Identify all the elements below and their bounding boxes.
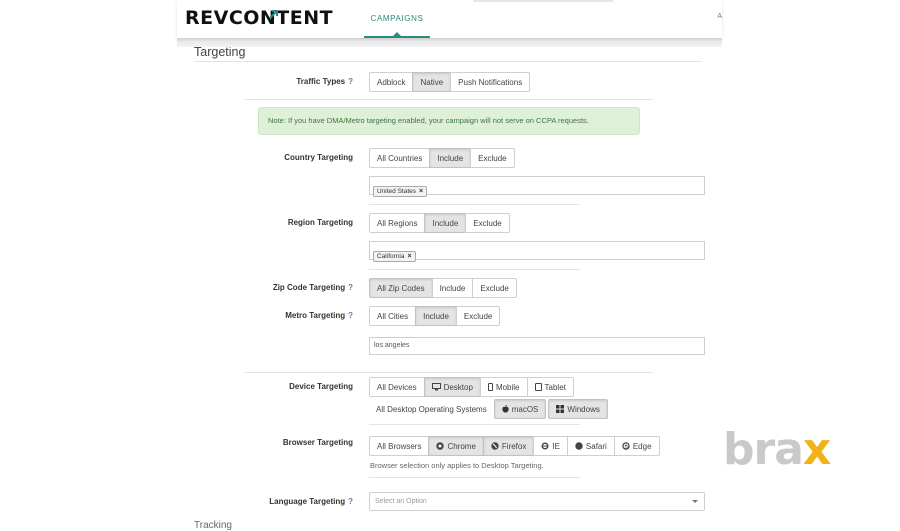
country-targeting-group: All Countries Include Exclude [369, 148, 515, 168]
browser-edge-button[interactable]: Edge [613, 436, 660, 456]
metro-all-button[interactable]: All Cities [369, 306, 417, 326]
tab-campaigns-label: CAMPAIGNS [370, 14, 424, 23]
help-icon[interactable]: ? [348, 311, 353, 320]
metro-input[interactable]: los angeles [369, 337, 705, 355]
header-shadow-bar [177, 38, 722, 47]
remove-chip-icon[interactable]: × [419, 188, 423, 195]
monitor-icon [431, 383, 441, 391]
browser-targeting-group: All Browsers Chrome Firefox IE Safari Ed… [369, 436, 660, 456]
browser-all-button[interactable]: All Browsers [369, 436, 430, 456]
region-targeting-group: All Regions Include Exclude [369, 213, 510, 233]
region-tag-input[interactable]: California × [369, 241, 705, 262]
logo-text: REVCONTENT [185, 7, 334, 29]
metro-targeting-group: All Cities Include Exclude [369, 306, 501, 326]
country-exclude-button[interactable]: Exclude [470, 148, 515, 168]
traffic-types-label: Traffic Types? [296, 77, 353, 86]
edge-icon [622, 442, 630, 450]
chevron-down-icon [692, 500, 698, 503]
divider [369, 204, 580, 205]
zip-targeting-group: All Zip Codes Include Exclude [369, 278, 517, 298]
divider [369, 424, 580, 425]
os-windows-button[interactable]: Windows [548, 399, 608, 419]
desktop-os-group: All Desktop Operating Systems macOS Wind… [369, 399, 608, 419]
zip-include-button[interactable]: Include [431, 278, 474, 298]
language-targeting-label: Language Targeting? [269, 497, 353, 506]
help-icon[interactable]: ? [348, 283, 353, 292]
device-desktop-button[interactable]: Desktop [423, 377, 481, 397]
windows-icon [556, 405, 565, 413]
header-search-bar[interactable] [473, 0, 613, 2]
device-all-button[interactable]: All Devices [369, 377, 425, 397]
revcontent-logo[interactable]: REVCONTENT [185, 7, 333, 29]
active-tab-caret [393, 32, 401, 36]
ccpa-note: Note: If you have DMA/Metro targeting en… [258, 107, 640, 135]
divider [245, 99, 653, 100]
metro-exclude-button[interactable]: Exclude [455, 306, 501, 326]
remove-chip-icon[interactable]: × [407, 253, 411, 260]
region-exclude-button[interactable]: Exclude [465, 213, 510, 233]
divider [369, 477, 580, 478]
device-mobile-button[interactable]: Mobile [479, 377, 528, 397]
divider [194, 61, 702, 62]
zip-all-button[interactable]: All Zip Codes [369, 278, 433, 298]
country-all-button[interactable]: All Countries [369, 148, 431, 168]
zip-targeting-label: Zip Code Targeting? [272, 283, 353, 292]
browser-firefox-button[interactable]: Firefox [482, 436, 535, 456]
help-icon[interactable]: ? [348, 77, 353, 86]
region-include-button[interactable]: Include [424, 213, 467, 233]
divider [245, 372, 653, 373]
language-select[interactable]: Select an Option [369, 492, 705, 511]
device-targeting-label: Device Targeting [289, 382, 353, 391]
chrome-icon [436, 442, 445, 450]
browser-chrome-button[interactable]: Chrome [428, 436, 484, 456]
country-chip: United States × [373, 186, 428, 197]
device-targeting-group: All Devices Desktop Mobile Tablet [369, 377, 574, 397]
ie-icon [541, 442, 549, 450]
divider [369, 269, 580, 270]
apple-icon [502, 405, 509, 413]
logo-arrow-icon [269, 10, 278, 19]
section-title: Targeting [194, 45, 246, 59]
region-targeting-label: Region Targeting [287, 218, 353, 227]
browser-targeting-label: Browser Targeting [282, 438, 353, 447]
traffic-types-group: Adblock Native Push Notifications [369, 72, 531, 92]
top-header: REVCONTENT CAMPAIGNS A [177, 0, 722, 38]
account-menu[interactable]: A [717, 13, 722, 20]
browser-safari-button[interactable]: Safari [566, 436, 615, 456]
traffic-native-button[interactable]: Native [412, 72, 452, 92]
os-all-button[interactable]: All Desktop Operating Systems [369, 399, 495, 419]
region-chip: California × [373, 251, 416, 262]
tracking-section-title: Tracking [194, 520, 232, 531]
phone-icon [487, 383, 493, 391]
metro-targeting-label: Metro Targeting? [285, 311, 353, 320]
device-tablet-button[interactable]: Tablet [526, 377, 574, 397]
safari-icon [575, 442, 583, 450]
region-all-button[interactable]: All Regions [369, 213, 426, 233]
firefox-icon [491, 442, 499, 450]
brax-watermark: brax [723, 424, 831, 475]
traffic-adblock-button[interactable]: Adblock [369, 72, 414, 92]
browser-ie-button[interactable]: IE [533, 436, 568, 456]
metro-include-button[interactable]: Include [415, 306, 457, 326]
zip-exclude-button[interactable]: Exclude [472, 278, 517, 298]
select-placeholder: Select an Option [375, 498, 427, 505]
traffic-push-button[interactable]: Push Notifications [450, 72, 531, 92]
os-macos-button[interactable]: macOS [493, 399, 547, 419]
tablet-icon [534, 383, 542, 391]
country-tag-input[interactable]: United States × [369, 176, 705, 197]
chip-label: California [377, 253, 405, 260]
help-icon[interactable]: ? [348, 497, 353, 506]
tab-campaigns[interactable]: CAMPAIGNS [364, 0, 430, 38]
country-include-button[interactable]: Include [429, 148, 472, 168]
browser-hint: Browser selection only applies to Deskto… [370, 461, 544, 470]
country-targeting-label: Country Targeting [284, 153, 353, 162]
chip-label: United States [377, 188, 417, 195]
